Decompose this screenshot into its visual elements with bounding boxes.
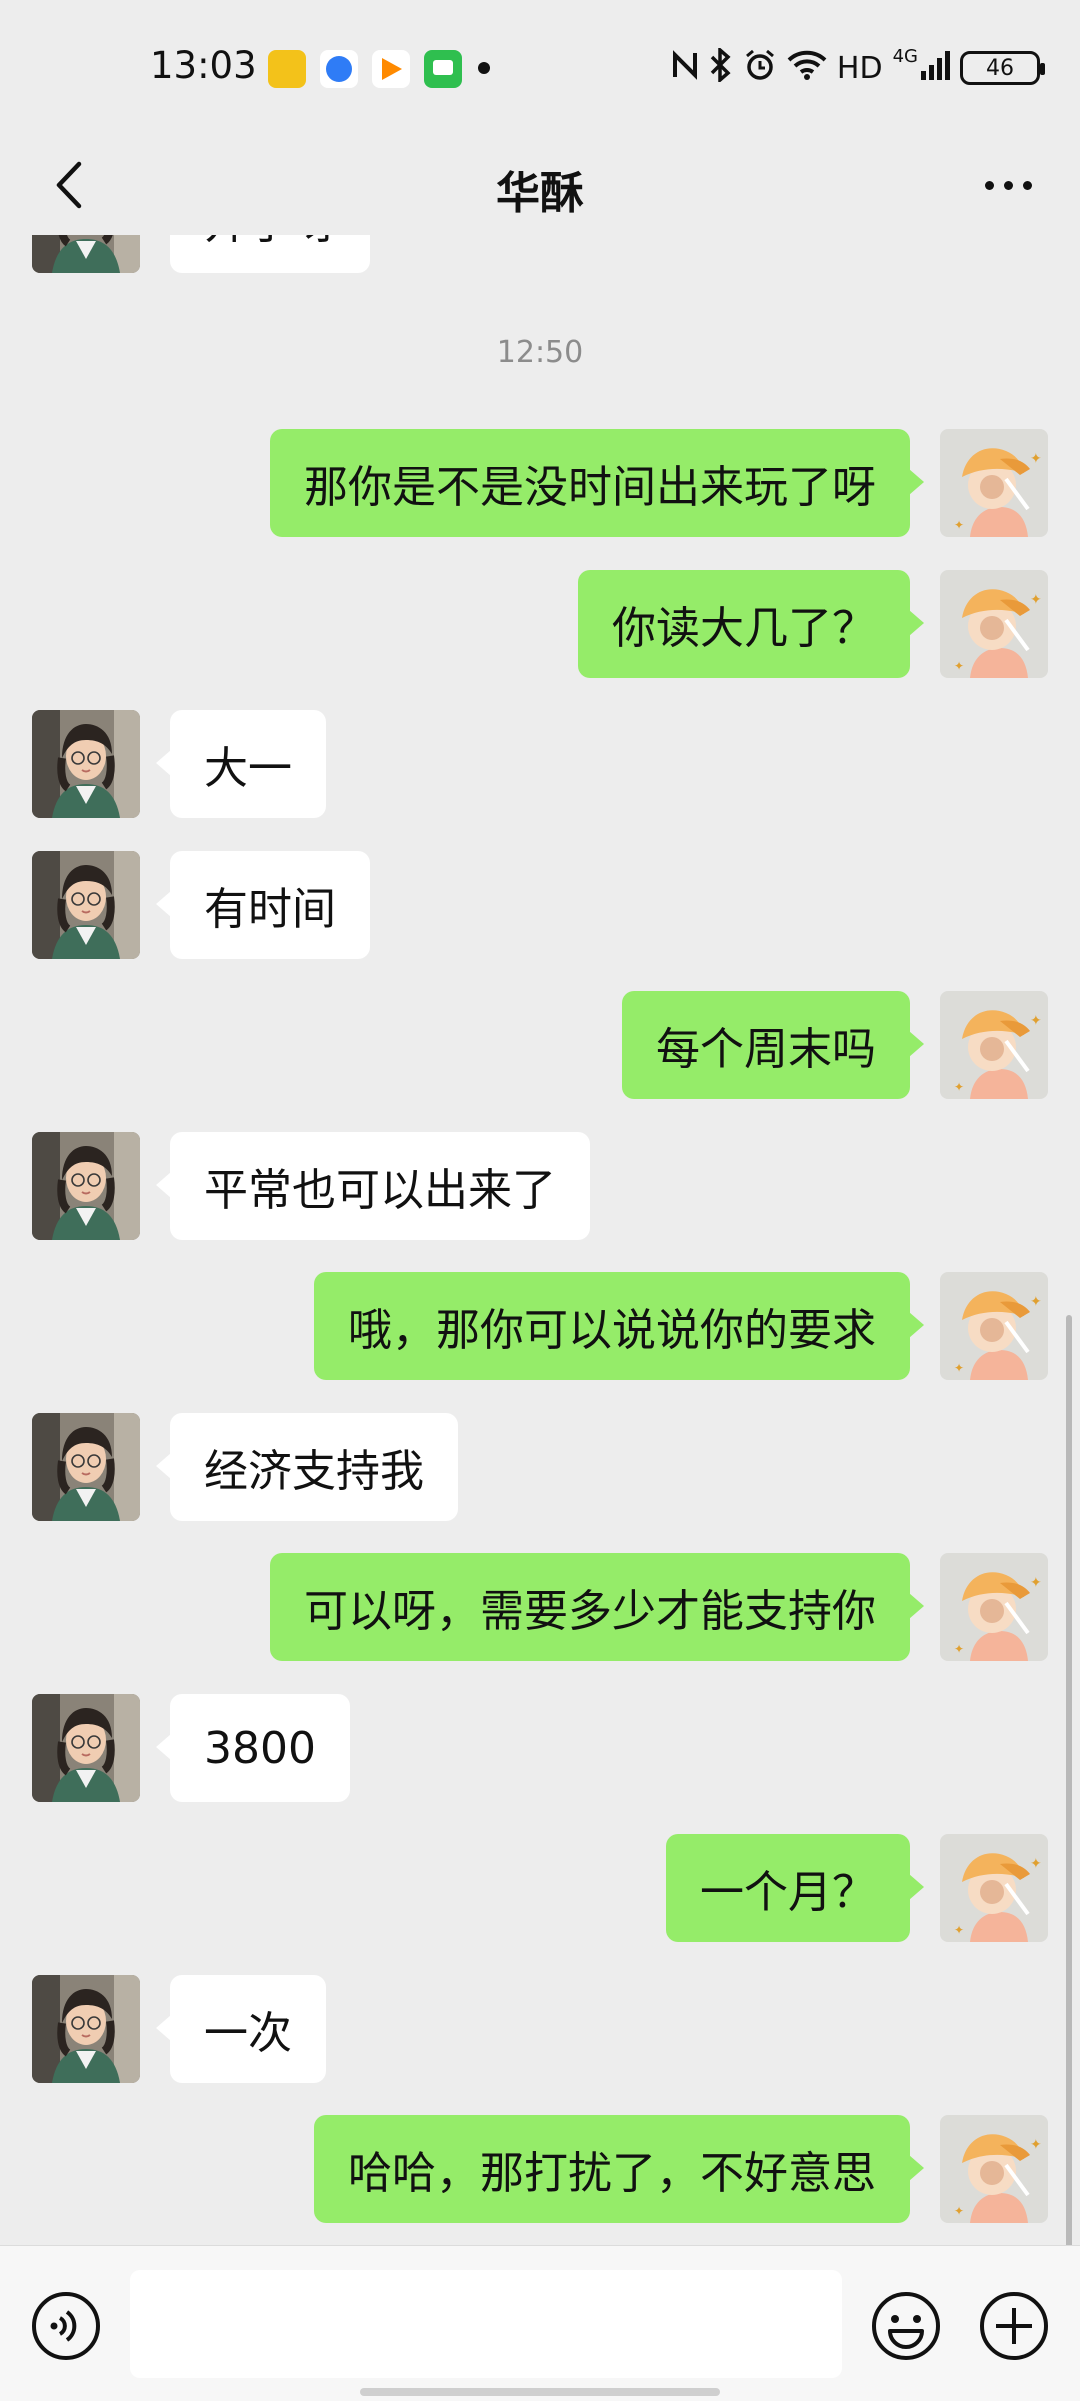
dot xyxy=(1022,180,1032,190)
dot xyxy=(1003,180,1013,190)
network-label: HD xyxy=(836,50,883,86)
emoji-button[interactable] xyxy=(870,2290,942,2362)
message-bubble[interactable]: 有时间 xyxy=(156,851,370,959)
message-row-received: 平常也可以出来了 xyxy=(0,1132,1080,1240)
contact-avatar[interactable] xyxy=(32,235,140,273)
messages-icon xyxy=(424,50,462,88)
message-bubble[interactable]: 经济支持我 xyxy=(156,1413,458,1521)
svg-text:✦: ✦ xyxy=(954,1923,964,1937)
chat-title: 华酥 xyxy=(496,168,584,219)
svg-text:✦: ✦ xyxy=(954,659,964,673)
svg-text:✦: ✦ xyxy=(954,2204,964,2218)
message-bubble[interactable]: 开了呀 xyxy=(170,235,370,273)
time-separator: 12:50 xyxy=(496,335,584,370)
more-notifications-dot xyxy=(478,62,490,74)
message-row-received: 大一 xyxy=(0,710,1080,818)
status-indicators: HD 4G 46 xyxy=(671,44,1045,92)
my-avatar[interactable]: ✦ ✦ xyxy=(940,2115,1048,2223)
message-list[interactable]: 开了呀 12:50 ✦✦那你是不是没时间出来玩了呀✦✦你读大几了？大一有时间✦✦… xyxy=(0,235,1080,2245)
message-input[interactable] xyxy=(130,2270,842,2378)
svg-text:✦: ✦ xyxy=(1030,1294,1042,1310)
message-row-sent: ✦ ✦ 一个月？ xyxy=(0,1834,1080,1942)
home-indicator[interactable] xyxy=(360,2388,720,2396)
contact-avatar[interactable] xyxy=(32,851,140,959)
message-bubble[interactable]: 平常也可以出来了 xyxy=(156,1132,590,1240)
app-notification-icon xyxy=(320,50,358,88)
message-row-received: 经济支持我 xyxy=(0,1413,1080,1521)
svg-text:✦: ✦ xyxy=(954,1361,964,1375)
my-avatar[interactable]: ✦ ✦ xyxy=(940,429,1048,537)
message-row-sent: ✦ ✦ 可以呀，需要多少才能支持你 xyxy=(0,1553,1080,1661)
message-bubble[interactable]: 可以呀，需要多少才能支持你 xyxy=(270,1553,924,1661)
my-avatar[interactable]: ✦ ✦ xyxy=(940,991,1048,1099)
contact-avatar[interactable] xyxy=(32,1132,140,1240)
message-bubble[interactable]: 哈哈，那打扰了，不好意思 xyxy=(314,2115,924,2223)
signal-icon xyxy=(920,49,950,87)
voice-input-button[interactable] xyxy=(30,2290,102,2362)
message-bubble[interactable]: 那你是不是没时间出来玩了呀 xyxy=(270,429,924,537)
message-row-sent: ✦ ✦ 那你是不是没时间出来玩了呀 xyxy=(0,429,1080,537)
contact-avatar[interactable] xyxy=(32,1413,140,1521)
scrollbar[interactable] xyxy=(1066,1315,1072,2245)
signal-type-label: 4G xyxy=(892,46,918,67)
svg-text:✦: ✦ xyxy=(1030,451,1042,467)
voice-icon xyxy=(32,2292,100,2360)
emoji-icon xyxy=(872,2292,940,2360)
svg-text:✦: ✦ xyxy=(954,518,964,532)
svg-text:✦: ✦ xyxy=(1030,592,1042,608)
message-bubble[interactable]: 一个月？ xyxy=(666,1834,924,1942)
message-bubble[interactable]: 哦，那你可以说说你的要求 xyxy=(314,1272,924,1380)
my-avatar[interactable]: ✦ ✦ xyxy=(940,1553,1048,1661)
dot xyxy=(984,180,994,190)
svg-text:✦: ✦ xyxy=(1030,1013,1042,1029)
contact-avatar[interactable] xyxy=(32,1694,140,1802)
svg-text:✦: ✦ xyxy=(1030,1856,1042,1872)
my-avatar[interactable]: ✦ ✦ xyxy=(940,1272,1048,1380)
battery-level: 46 xyxy=(986,55,1014,81)
message-row-received: 有时间 xyxy=(0,851,1080,959)
message-row-received: 一次 xyxy=(0,1975,1080,2083)
input-bar xyxy=(0,2245,1080,2401)
chat-header: 华酥 xyxy=(0,135,1080,235)
alarm-icon xyxy=(743,48,777,88)
message-bubble[interactable]: 一次 xyxy=(156,1975,326,2083)
contact-avatar[interactable] xyxy=(32,710,140,818)
message-row-sent: ✦ ✦ 哦，那你可以说说你的要求 xyxy=(0,1272,1080,1380)
my-avatar[interactable]: ✦ ✦ xyxy=(940,570,1048,678)
app-notification-icon xyxy=(372,50,410,88)
svg-text:✦: ✦ xyxy=(954,1080,964,1094)
app-notification-icon xyxy=(268,50,306,88)
plus-icon xyxy=(980,2292,1048,2360)
svg-text:✦: ✦ xyxy=(1030,2137,1042,2153)
message-bubble[interactable]: 每个周末吗 xyxy=(622,991,924,1099)
message-row-sent: ✦ ✦ 每个周末吗 xyxy=(0,991,1080,1099)
svg-text:✦: ✦ xyxy=(1030,1575,1042,1591)
contact-avatar[interactable] xyxy=(32,1975,140,2083)
message-bubble[interactable]: 3800 xyxy=(156,1694,350,1802)
message-row-received: 3800 xyxy=(0,1694,1080,1802)
wifi-icon xyxy=(787,49,827,87)
message-bubble[interactable]: 你读大几了？ xyxy=(578,570,924,678)
my-avatar[interactable]: ✦ ✦ xyxy=(940,1834,1048,1942)
status-bar: 13:03 HD 4G 46 xyxy=(0,0,1080,135)
bluetooth-icon xyxy=(709,46,733,88)
more-options-button[interactable] xyxy=(968,147,1048,223)
message-bubble[interactable]: 大一 xyxy=(156,710,326,818)
battery-icon: 46 xyxy=(960,51,1045,85)
message-row-sent: ✦ ✦ 哈哈，那打扰了，不好意思 xyxy=(0,2115,1080,2223)
more-functions-button[interactable] xyxy=(978,2290,1050,2362)
message-row-partial: 开了呀 xyxy=(0,235,1080,273)
svg-text:✦: ✦ xyxy=(954,1642,964,1656)
status-time: 13:03 xyxy=(150,44,257,87)
message-row-sent: ✦ ✦ 你读大几了？ xyxy=(0,570,1080,678)
nfc-icon xyxy=(671,49,699,87)
